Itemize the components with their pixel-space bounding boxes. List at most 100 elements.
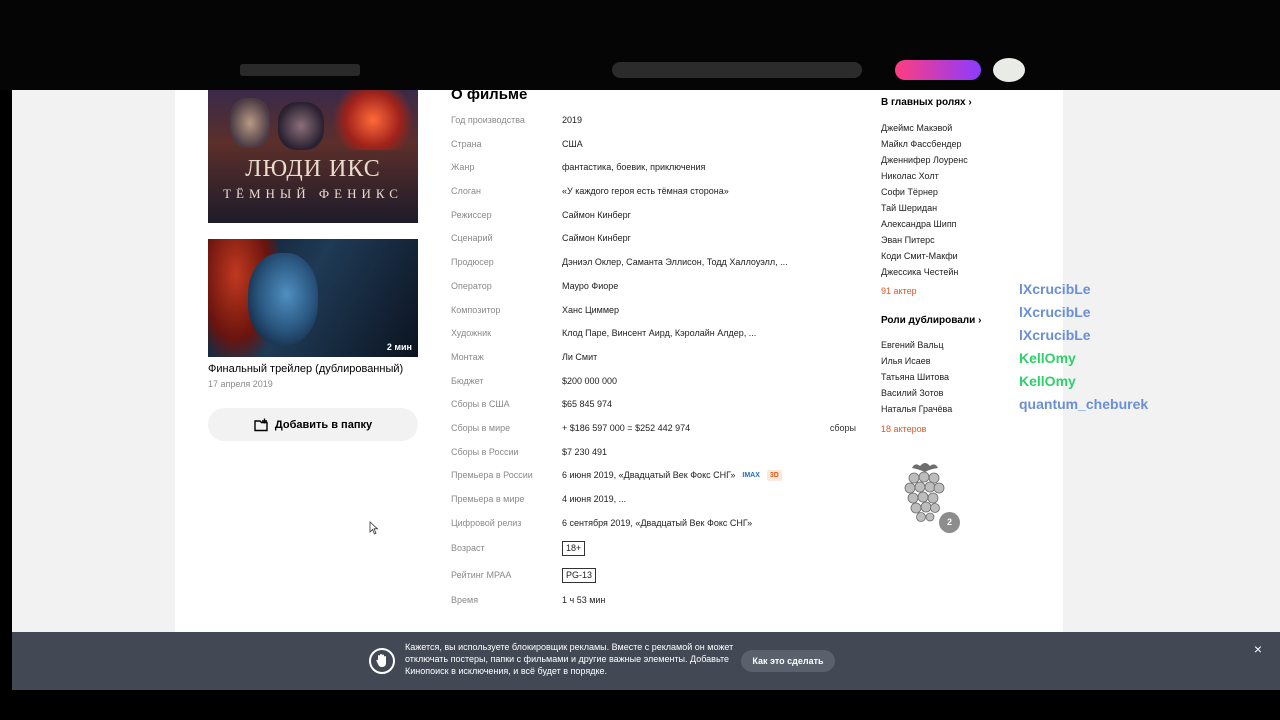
cast-heading[interactable]: В главных ролях › xyxy=(881,97,972,108)
dubbing-heading-label: Роли дублировали xyxy=(881,315,976,326)
chat-message: lXcrucibLe xyxy=(1019,301,1275,324)
info-value: Ханс Циммер xyxy=(562,299,619,323)
info-row: Премьера в мире 4 июня 2019, ... xyxy=(451,488,861,512)
info-label: Бюджет xyxy=(451,375,484,386)
trailer-thumbnail[interactable]: 2 мин xyxy=(208,239,418,357)
dubbing-actor-link[interactable]: Татьяна Шитова xyxy=(881,369,952,385)
info-value: Саймон Кинберг xyxy=(562,204,631,228)
info-value: Саймон Кинберг xyxy=(562,227,631,251)
info-label: Продюсер xyxy=(451,257,494,268)
info-value-text: + $186 597 000 = $252 442 974 xyxy=(562,422,691,433)
chat-username: KellOmy xyxy=(1019,373,1076,389)
cast-list: Джеймс Макэвой Майкл Фассбендер Дженнифер … xyxy=(881,120,968,280)
add-to-folder-label: Добавить в папку xyxy=(274,418,373,431)
info-label: Цифровой релиз xyxy=(451,517,522,528)
info-row: Монтаж Ли Смит xyxy=(451,346,861,370)
trailer-title[interactable]: Финальный трейлер (дублированный) xyxy=(208,363,403,375)
cast-member-link[interactable]: Джессика Честейн xyxy=(881,264,968,280)
info-row: Художник Клод Паре, Винсент Аирд, Кэролай… xyxy=(451,322,861,346)
dubbing-more-link[interactable]: 18 актеров xyxy=(881,424,926,434)
poster-figure xyxy=(278,102,324,150)
poster-glow xyxy=(328,90,418,150)
info-label: Премьера в России xyxy=(451,470,533,481)
dubbing-list: Евгений Вальц Илья Исаев Татьяна Шитова Вас… xyxy=(881,337,952,417)
info-value: 4 июня 2019, ... xyxy=(562,488,626,512)
info-value-text: Саймон Кинберг xyxy=(562,233,631,244)
chat-username: lXcrucibLe xyxy=(1019,281,1091,297)
info-value: 1 ч 53 мин xyxy=(562,589,605,613)
info-value: 2019 xyxy=(562,109,582,133)
movie-poster[interactable]: ЛЮДИ ИКС ТЁМНЫЙ ФЕНИКС xyxy=(208,90,418,223)
info-value-text: $7 230 491 xyxy=(562,446,608,457)
folder-add-icon xyxy=(254,418,268,431)
cast-member-link[interactable]: Тай Шеридан xyxy=(881,200,968,216)
close-icon[interactable]: × xyxy=(1251,642,1265,656)
info-value-text: Дэниэл Оклер, Саманта Эллисон, Тодд Халл… xyxy=(562,257,788,268)
info-value: Мауро Фиоре xyxy=(562,275,618,299)
subscribe-button[interactable] xyxy=(895,60,981,80)
cast-member-link[interactable]: Эван Питерс xyxy=(881,232,968,248)
add-to-folder-button[interactable]: Добавить в папку xyxy=(208,408,418,441)
info-value: $7 230 491 xyxy=(562,441,607,465)
box-office-link[interactable]: сборы xyxy=(830,417,856,441)
info-label: Оператор xyxy=(451,280,492,291)
dubbing-actor-link[interactable]: Наталья Грачёва xyxy=(881,401,952,417)
info-row: Жанр фантастика, боевик, приключения xyxy=(451,156,861,180)
info-row: Возраст 18+ xyxy=(451,535,861,562)
dubbing-heading[interactable]: Роли дублировали › xyxy=(881,315,981,326)
cast-member-link[interactable]: Дженнифер Лоуренс xyxy=(881,152,968,168)
rating-tag: PG-13 xyxy=(562,568,597,584)
info-row: Сборы в мире + $186 597 000 = $252 442 97… xyxy=(451,417,861,441)
cast-more-link[interactable]: 91 актер xyxy=(881,286,917,296)
site-logo[interactable] xyxy=(240,64,360,76)
info-value-text: $200 000 000 xyxy=(562,375,618,386)
info-value-text: Саймон Кинберг xyxy=(562,209,631,220)
info-value-text: $65 845 974 xyxy=(562,399,613,410)
search-input[interactable] xyxy=(612,62,862,78)
info-value-text: 6 июня 2019, «Двадцатый Век Фокс СНГ» xyxy=(562,470,736,481)
info-value: $200 000 000 xyxy=(562,370,617,394)
info-label: Сборы в США xyxy=(451,399,510,410)
info-label: Монтаж xyxy=(451,351,484,362)
info-label: Сборы в мире xyxy=(451,422,511,433)
info-row: Бюджет $200 000 000 xyxy=(451,370,861,394)
imax-badge: IMAX xyxy=(742,472,760,480)
chat-message: lXcrucibLe xyxy=(1019,324,1275,347)
info-value-text: фантастика, боевик, приключения xyxy=(562,162,706,173)
cast-member-link[interactable]: Майкл Фассбендер xyxy=(881,136,968,152)
cast-member-link[interactable]: Джеймс Макэвой xyxy=(881,120,968,136)
info-row: Сборы в США $65 845 974 xyxy=(451,393,861,417)
cast-member-link[interactable]: Софи Тёрнер xyxy=(881,184,968,200)
dubbing-actor-link[interactable]: Василий Зотов xyxy=(881,385,952,401)
avatar[interactable] xyxy=(993,58,1025,82)
info-label: Год производства xyxy=(451,115,525,125)
info-value: PG-13 xyxy=(562,562,597,589)
info-value-text: 4 июня 2019, ... xyxy=(562,494,627,504)
info-value: Дэниэл Оклер, Саманта Эллисон, Тодд Халл… xyxy=(562,251,788,275)
info-value: 6 июня 2019, «Двадцатый Век Фокс СНГ» IMA… xyxy=(562,464,782,488)
info-value-text: Мауро Фиоре xyxy=(562,280,619,291)
info-value: Ли Смит xyxy=(562,346,597,370)
info-row: Рейтинг MPAA PG-13 xyxy=(451,562,861,589)
poster-title: ЛЮДИ ИКС xyxy=(245,156,381,182)
info-value-text: Клод Паре, Винсент Аирд, Кэролайн Алдер,… xyxy=(562,328,757,339)
chat-username: KellOmy xyxy=(1019,350,1076,366)
info-row: Слоган «У каждого героя есть тёмная сторо… xyxy=(451,180,861,204)
chat-username: quantum_cheburek xyxy=(1019,396,1149,412)
info-row: Сценарий Саймон Кинберг xyxy=(451,227,861,251)
how-to-button[interactable]: Как это сделать xyxy=(741,650,835,672)
chevron-right-icon: › xyxy=(978,315,982,326)
cast-member-link[interactable]: Коди Смит-Макфи xyxy=(881,248,968,264)
adblock-banner: Кажется, вы используете блокировщик рекл… xyxy=(12,632,1280,690)
cast-member-link[interactable]: Николас Холт xyxy=(881,168,968,184)
info-row: Композитор Ханс Циммер xyxy=(451,299,861,323)
info-value-text: США xyxy=(562,138,583,149)
dubbing-actor-link[interactable]: Илья Исаев xyxy=(881,353,952,369)
cast-member-link[interactable]: Александра Шипп xyxy=(881,216,968,232)
chevron-right-icon: › xyxy=(968,97,972,108)
info-value-text: «У каждого героя есть тёмная сторона» xyxy=(562,186,729,197)
info-value: фантастика, боевик, приключения xyxy=(562,156,705,180)
award-count-badge: 2 xyxy=(939,512,960,533)
info-value: «У каждого героя есть тёмная сторона» xyxy=(562,180,729,204)
dubbing-actor-link[interactable]: Евгений Вальц xyxy=(881,337,952,353)
